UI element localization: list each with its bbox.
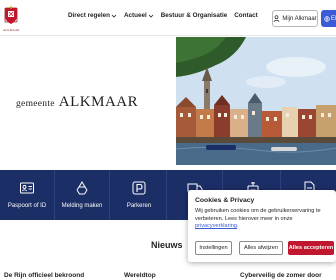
language-label: EN [331,15,336,22]
alkmaar-crest-icon[interactable] [2,6,20,28]
globe-icon [324,15,330,22]
cookie-dialog: Cookies & Privacy Wij gebruiken cookies … [188,190,336,262]
recycle-icon [76,181,88,195]
nav-actueel[interactable]: Actueel [124,12,154,19]
nav-label: Actueel [124,12,147,19]
tile-label: Parkeren [126,203,152,209]
news-card-title[interactable]: Wereldtop [124,272,156,279]
nav-label: Contact [234,12,258,19]
nav-direct-regelen[interactable]: Direct regelen [68,12,117,19]
nav-label: Direct regelen [68,12,110,19]
id-card-icon [20,182,34,194]
cookie-text: Wij gebruiken cookies om de gebruikerser… [195,208,321,222]
page: ALKMAAR Direct regelen Actueel Bestuur &… [0,0,336,280]
news-heading: Nieuws [151,240,183,250]
nav-contact[interactable]: Contact [234,12,257,19]
user-icon [273,15,280,22]
chevron-down-icon [111,14,117,18]
gemeente-alkmaar-logo[interactable]: gemeente ALKMAAR [16,93,138,111]
site-header: ALKMAAR Direct regelen Actueel Bestuur &… [0,0,336,36]
my-alkmaar-label: Mijn Alkmaar [282,15,317,22]
crest-label: ALKMAAR [3,28,20,32]
cookie-accept-button[interactable]: Alles accepteren [288,241,334,255]
nav-bestuur[interactable]: Bestuur & Organisatie [161,12,227,19]
language-button[interactable]: EN [321,10,336,27]
tile-parkeren[interactable]: Parkeren [112,170,166,220]
tile-divider [109,170,110,220]
main-nav: Direct regelen Actueel Bestuur & Organis… [68,12,265,19]
chevron-down-icon [148,14,154,18]
cookie-body: Wij gebruiken cookies om de gebruikerser… [195,208,333,231]
cookie-period: . [236,223,239,229]
privacy-link[interactable]: privacyverklaring [195,223,237,229]
logo-big-text: ALKMAAR [58,94,139,110]
logo-small-text: gemeente [16,99,55,109]
hero-image [176,37,336,165]
cookie-settings-button[interactable]: Instellingen [195,241,232,255]
tile-divider [166,170,167,220]
tile-label: Paspoort of ID [7,203,47,209]
nav-label: Bestuur & Organisatie [160,12,228,19]
tile-melding[interactable]: Melding maken [55,170,109,220]
news-card-title[interactable]: Cyberveilig de zomer door [240,272,322,279]
my-alkmaar-button[interactable]: Mijn Alkmaar [272,10,318,27]
news-card-title[interactable]: De Rijn officieel bekroond [4,272,84,279]
parking-icon [132,181,146,195]
cookie-title: Cookies & Privacy [195,197,255,204]
tile-label: Melding maken [61,203,103,209]
cookie-reject-button[interactable]: Alles afwijzen [239,241,283,255]
alkmaar-canal-photo [176,37,336,165]
tile-paspoort[interactable]: Paspoort of ID [0,170,54,220]
